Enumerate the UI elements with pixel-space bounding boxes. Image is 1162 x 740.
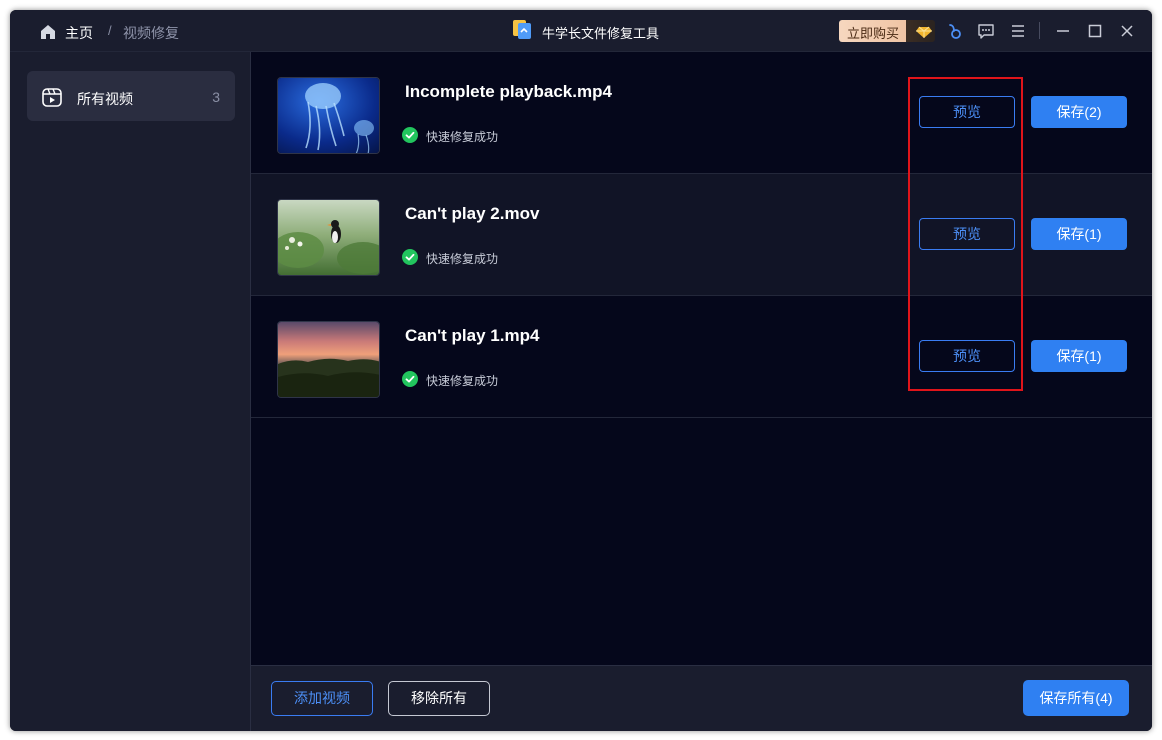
video-list: Incomplete playback.mp4 快速修复成功 预览 保存(2) — [251, 52, 1152, 418]
repair-status-text: 快速修复成功 — [426, 374, 499, 388]
video-thumbnail-sunset[interactable] — [277, 321, 380, 398]
repair-status-text: 快速修复成功 — [426, 130, 499, 144]
save-button[interactable]: 保存(1) — [1031, 340, 1127, 372]
preview-button[interactable]: 预览 — [919, 218, 1015, 250]
maximize-icon[interactable] — [1086, 22, 1104, 40]
titlebar-divider — [1039, 22, 1040, 39]
app-window: 主页 / 视频修复 牛学长文件修复工具 立即购买 所有视频 3 Incomple… — [10, 10, 1152, 731]
save-all-button[interactable]: 保存所有(4) — [1023, 680, 1129, 716]
success-check-icon — [402, 127, 418, 143]
video-folder-icon — [42, 88, 62, 107]
title-bar: 主页 / 视频修复 牛学长文件修复工具 立即购买 — [10, 10, 1152, 52]
sidebar-item-all-videos[interactable]: 所有视频 3 — [27, 71, 235, 121]
video-row: Can't play 2.mov 快速修复成功 预览 保存(1) — [251, 174, 1152, 296]
feedback-icon[interactable] — [977, 22, 995, 40]
minimize-icon[interactable] — [1054, 22, 1072, 40]
app-logo-icon — [513, 20, 531, 39]
buy-now-button[interactable]: 立即购买 — [839, 20, 935, 42]
save-button[interactable]: 保存(1) — [1031, 218, 1127, 250]
video-file-name: Can't play 1.mp4 — [405, 326, 540, 345]
add-video-button[interactable]: 添加视频 — [271, 681, 373, 716]
preview-button[interactable]: 预览 — [919, 96, 1015, 128]
app-title: 牛学长文件修复工具 — [542, 26, 660, 41]
video-file-name: Incomplete playback.mp4 — [405, 82, 612, 101]
breadcrumb-current: 视频修复 — [123, 25, 179, 41]
remove-all-button[interactable]: 移除所有 — [388, 681, 490, 716]
video-thumbnail-puffin[interactable] — [277, 199, 380, 276]
sidebar-item-label: 所有视频 — [77, 91, 133, 107]
sidebar: 所有视频 3 — [10, 52, 251, 731]
menu-icon[interactable] — [1009, 22, 1027, 40]
video-row: Incomplete playback.mp4 快速修复成功 预览 保存(2) — [251, 52, 1152, 174]
diamond-icon — [916, 26, 932, 38]
close-icon[interactable] — [1118, 22, 1136, 40]
success-check-icon — [402, 249, 418, 265]
sidebar-item-count: 3 — [212, 89, 220, 105]
buy-now-label: 立即购买 — [847, 26, 900, 41]
home-icon[interactable] — [40, 24, 56, 40]
success-check-icon — [402, 371, 418, 387]
breadcrumb-separator: / — [108, 23, 112, 38]
footer-toolbar: 添加视频 移除所有 保存所有(4) — [251, 665, 1152, 731]
link-icon[interactable] — [946, 22, 964, 40]
video-row: Can't play 1.mp4 快速修复成功 预览 保存(1) — [251, 296, 1152, 418]
video-thumbnail-jellyfish[interactable] — [277, 77, 380, 154]
preview-button[interactable]: 预览 — [919, 340, 1015, 372]
video-file-name: Can't play 2.mov — [405, 204, 540, 223]
save-button[interactable]: 保存(2) — [1031, 96, 1127, 128]
repair-status-text: 快速修复成功 — [426, 252, 499, 266]
breadcrumb-home[interactable]: 主页 — [65, 23, 93, 43]
